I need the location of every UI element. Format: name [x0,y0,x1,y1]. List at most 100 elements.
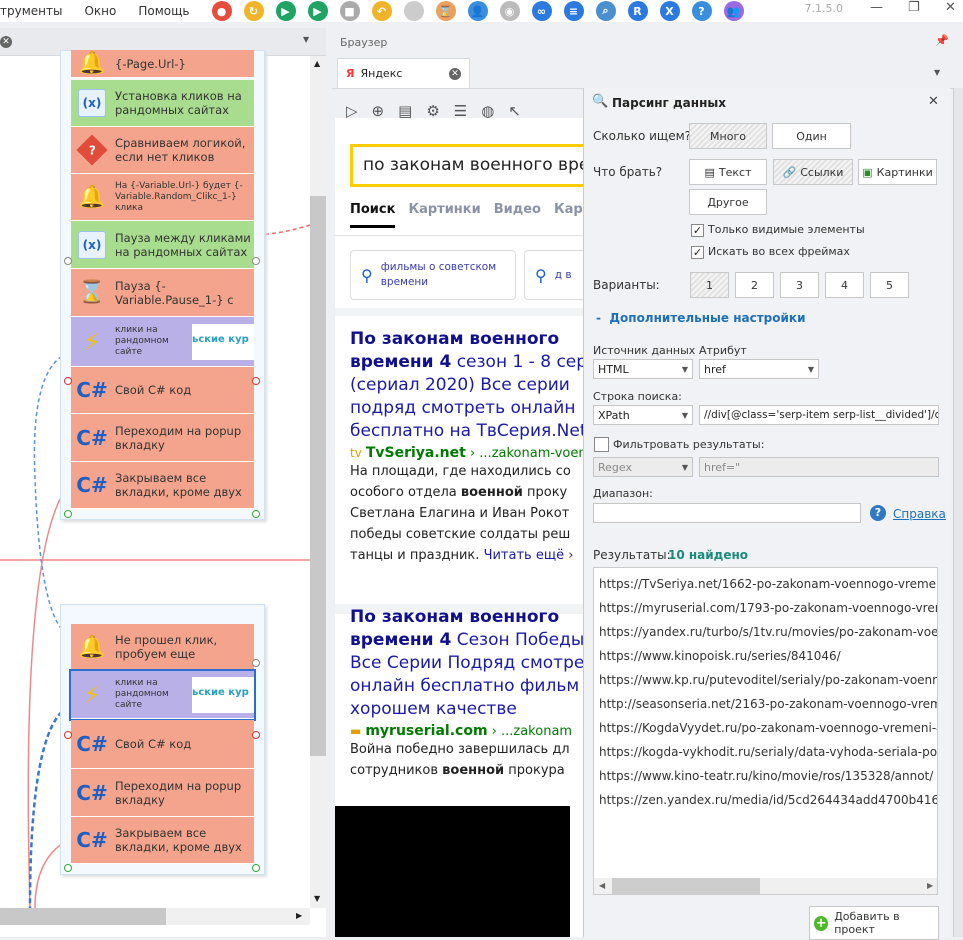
action-node[interactable]: ⌛ Пауза {-Variable.Pause_1-} с [71,269,254,317]
result-url[interactable]: ▬ myruserial.com › ...zakonam [350,723,583,739]
variant-1-button[interactable]: 1 [690,272,729,298]
read-more-link[interactable]: Читать ещё › [484,548,574,563]
action-node[interactable]: (x) Установка кликов на рандомных сайтах [71,80,254,127]
pin-icon[interactable]: 📌 [935,34,949,47]
help-link[interactable]: Справка [893,507,946,521]
tab-video[interactable]: Видео [494,202,541,228]
action-node[interactable]: C# Свой C# код [71,367,254,414]
scroll-left-icon[interactable]: ◀ [599,881,605,890]
tab-maps[interactable]: Кар [554,202,583,228]
many-button[interactable]: Много [689,123,767,149]
action-node[interactable]: ⚡ клики на рандомном сайте ьские кур [69,669,256,721]
all-frames-checkbox[interactable]: ✓ [691,246,704,259]
only-visible-checkbox[interactable]: ✓ [691,224,704,237]
action-node[interactable]: ⚡ клики на рандомном сайте ьские кур [71,317,254,367]
action-node[interactable]: C# Закрываем все вкладки, кроме двух [71,462,254,509]
close-tab-icon[interactable]: ✕ [449,67,461,80]
step-icon[interactable]: ▶ [307,1,328,21]
result-item[interactable]: http://seasonseria.net/2163-po-zakonam-v… [599,692,937,716]
eye-icon[interactable]: ◉ [499,1,520,21]
result-item[interactable]: https://yandex.ru/turbo/s/1tv.ru/movies/… [599,620,937,644]
result-item[interactable]: https://myruserial.com/1793-po-zakonam-v… [599,596,937,620]
images-button[interactable]: ▣ Картинки [858,159,937,185]
filter-input[interactable]: href=" [699,457,939,477]
advanced-settings-toggle[interactable]: - Дополнительные настройки [596,311,805,325]
other-button[interactable]: Другое [689,189,767,215]
maximize-button[interactable]: ❐ [908,0,920,15]
query-type-select[interactable]: XPath ▼ [593,405,693,425]
scrollbar-thumb[interactable] [0,908,166,925]
play-icon[interactable]: ▶ [275,1,296,21]
result-item[interactable]: https://www.kino-teatr.ru/kino/movie/ros… [599,764,933,788]
close-dialog-button[interactable]: ✕ [928,94,939,109]
user-icon[interactable]: 👤 [467,1,488,21]
connection-port[interactable] [64,510,72,518]
tab-dropdown-icon[interactable]: ▼ [934,68,940,77]
connection-port[interactable] [64,377,72,385]
connection-port[interactable] [64,864,72,872]
search-input[interactable]: по законам военного времени 4 [350,144,583,187]
scroll-right-icon[interactable]: ▶ [296,911,302,920]
menu-tools[interactable]: трументы [0,4,62,18]
help-icon[interactable]: ? [691,1,712,21]
add-to-project-button[interactable]: + Добавить в проект [809,906,939,940]
connection-port[interactable] [252,659,260,667]
filter-type-select[interactable]: Regex ▼ [593,457,693,477]
connection-port[interactable] [64,257,72,265]
variant-3-button[interactable]: 3 [780,272,819,298]
scrollbar-thumb[interactable] [612,878,760,894]
close-window-button[interactable]: ✕ [945,0,956,15]
connection-port[interactable] [252,257,260,265]
result-item[interactable]: https://www.kinopoisk.ru/series/841046/ [599,644,932,668]
scrollbar-thumb[interactable] [310,196,326,756]
disabled-icon[interactable] [403,1,424,21]
menu-window[interactable]: Окно [84,4,116,18]
search-icon[interactable]: ⌕ [595,1,616,21]
variant-2-button[interactable]: 2 [735,272,774,298]
menu-help[interactable]: Помощь [138,4,189,18]
result-item[interactable]: https://www.kp.ru/putevoditel/serialy/po… [599,668,937,692]
action-node[interactable]: 🔔 {-Page.Url-} [71,50,254,78]
scroll-up-icon[interactable]: ▲ [314,59,320,68]
pause-icon[interactable]: ■ [339,1,360,21]
result-item[interactable]: https://zen.yandex.ru/media/id/5cd264434… [599,788,937,812]
result-url[interactable]: tvTvSeriya.net › ...zakonam-voennogo [350,445,583,461]
tab-search[interactable]: Поиск [350,202,396,228]
variant-5-button[interactable]: 5 [870,272,909,298]
results-hscrollbar[interactable]: ◀ ▶ [594,878,937,894]
connection-port[interactable] [252,731,260,739]
source-select[interactable]: HTML ▼ [593,359,693,379]
result-item[interactable]: https://TvSeriya.net/1662-po-zakonam-voe… [599,572,937,596]
action-node[interactable]: 🔔 На {-Variable.Url-} будет {-Variable.Ra… [71,174,254,221]
hourglass-icon[interactable]: ⌛ [435,1,456,21]
action-node[interactable]: C# Переходим на popup вкладку [71,414,254,462]
query-input[interactable]: //div[@class='serp-item serp-list__divid… [699,405,939,425]
minimize-button[interactable]: — [870,0,883,15]
back-icon[interactable]: ↶ [371,1,392,21]
connection-port[interactable] [252,510,260,518]
scroll-down-icon[interactable]: ▼ [314,894,320,903]
restart-icon[interactable]: ↻ [243,1,264,21]
users-icon[interactable]: 👥 [723,1,744,21]
action-node[interactable]: C# Переходим на popup вкладку [71,769,254,817]
result-item[interactable]: https://kogda-vykhodit.ru/serialy/data-v… [599,740,937,764]
binoculars-icon[interactable]: ∞ [531,1,552,21]
connection-port[interactable] [252,377,260,385]
list-icon[interactable]: ≡ [563,1,584,21]
tab-yandex[interactable]: Я Яндекс ✕ [337,58,470,88]
suggest-chip[interactable]: ⚲ фильмы о советском времени [350,250,516,300]
attribute-select[interactable]: href ▼ [699,359,819,379]
r-icon[interactable]: R [627,1,648,21]
one-button[interactable]: Один [772,123,851,149]
connection-port[interactable] [64,731,72,739]
result-title-link[interactable]: По законам военного времени 4 сезон 1 - … [350,328,583,443]
vertical-scrollbar[interactable]: ▲ ▼ [310,56,326,908]
help-icon[interactable]: ? [870,505,886,521]
variant-4-button[interactable]: 4 [825,272,864,298]
x-icon[interactable]: X [659,1,680,21]
horizontal-scrollbar[interactable]: ▶ [0,908,310,925]
result-title-link[interactable]: По законам военного времени 4 Сезон Побе… [350,606,583,721]
links-button[interactable]: 🔗 Ссылки [773,159,853,185]
results-list[interactable]: https://TvSeriya.net/1662-po-zakonam-voe… [593,567,938,895]
text-button[interactable]: ▤ Текст [689,159,767,185]
